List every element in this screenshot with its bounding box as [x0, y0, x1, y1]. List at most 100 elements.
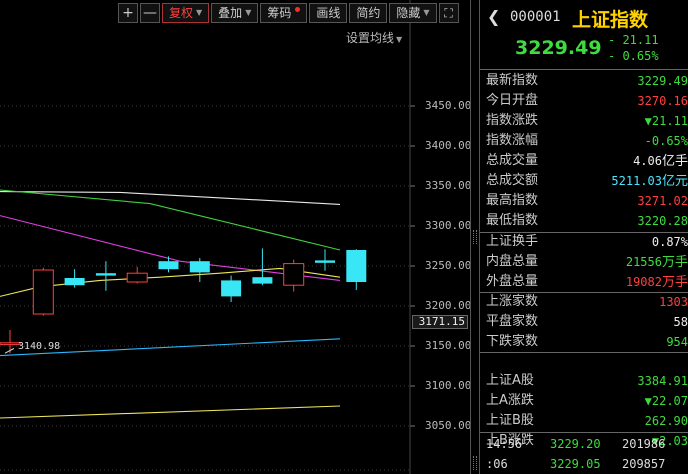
stat-unit: 亿手 [661, 154, 688, 169]
stat-value: 19082万手 [625, 275, 688, 290]
zoom-in-label: + [122, 5, 134, 21]
change-percent: - 0.65% [608, 49, 659, 63]
stat-value: 1303 [659, 295, 688, 309]
draw-line-button[interactable]: 画线 [309, 3, 348, 23]
stats-group-price: 最新指数 3229.49 今日开盘 3270.16 指数涨跌 ▼21.11 指数涨幅 -0.6… [480, 71, 688, 231]
tick-volume: 201986 [622, 437, 666, 451]
ma-settings-label: 设置均线 [346, 31, 395, 45]
tick-row: 14:56 3229.20 201986 [480, 434, 688, 454]
y-tick-label: 3450.00 [425, 99, 472, 112]
stock-name: 上证指数 [572, 9, 649, 31]
candle-body-down [315, 260, 335, 263]
stat-label: 上涨家数 [486, 294, 539, 309]
stock-code: 000001 [510, 9, 561, 25]
draw-line-label: 画线 [316, 6, 341, 20]
stat-label: 最低指数 [486, 213, 539, 228]
tick-time: :06 [486, 457, 508, 471]
stat-label: 外盘总量 [486, 274, 539, 289]
stat-label: 下跌家数 [486, 334, 539, 349]
fuquan-button[interactable]: 复权 ▼ [162, 3, 210, 23]
stat-value: 262.90 [644, 414, 688, 428]
stat-value: 58 [673, 315, 688, 329]
stat-label: 总成交额 [486, 173, 539, 188]
hide-label: 隐藏 [396, 6, 421, 20]
stat-row: 上证A股 3384.91 [480, 371, 688, 391]
stat-row: 外盘总量 19082万手 [480, 272, 688, 292]
stat-label: 今日开盘 [486, 93, 539, 108]
stat-row: 上A涨跌 ▼22.07 [480, 391, 688, 411]
chip-distribution-button[interactable]: 筹码 [260, 3, 308, 23]
simple-mode-label: 简约 [356, 6, 381, 20]
candle-body-up [0, 342, 21, 345]
notification-dot-icon [295, 6, 301, 12]
stat-row: 下跌家数 954 [480, 332, 688, 352]
candle-body-down [221, 280, 242, 297]
stat-value: 21556万手 [625, 255, 688, 270]
stock-app: + — 复权 ▼ 叠加 ▼ 筹码 画线 简约 隐藏 ▼ ⛶ 设置均线 ▼ 3450.00… [0, 0, 688, 474]
stat-label: 上A涨跌 [486, 393, 534, 408]
tick-row: :06 3229.05 209857 [480, 454, 688, 474]
zoom-in-button[interactable]: + [118, 3, 138, 23]
panel-splitter[interactable] [470, 0, 480, 474]
stat-row: 上证B股 262.90 [480, 411, 688, 431]
tick-time: 14:56 [486, 437, 523, 451]
stat-label: 上证换手 [486, 234, 539, 249]
stat-row: 总成交额 5211.03亿元 [480, 171, 688, 191]
stat-value: ▼22.07 [644, 394, 688, 408]
stat-row: 今日开盘 3270.16 [480, 91, 688, 111]
stat-value: ▼21.11 [644, 114, 688, 128]
stat-label: 上证B股 [486, 413, 534, 428]
stats-group-volume: 上证换手 0.87% 内盘总量 21556万手外盘总量 19082万手 [480, 232, 688, 292]
stat-label: 平盘家数 [486, 314, 539, 329]
caret-down-icon: ▼ [423, 8, 430, 17]
y-tick-label: 3050.00 [425, 419, 472, 432]
stat-row: 指数涨幅 -0.65% [480, 131, 688, 151]
stat-row: 上涨家数 1303 [480, 292, 688, 312]
stat-value: 3229.49 [637, 74, 688, 88]
divider [480, 352, 688, 353]
stat-row: 上证换手 0.87% [480, 232, 688, 252]
stat-value: -0.65% [644, 134, 688, 148]
moving-average-line [0, 405, 341, 419]
back-icon[interactable]: ❮ [487, 7, 500, 26]
y-tick-label: 3150.00 [425, 339, 472, 352]
chart-toolbar: + — 复权 ▼ 叠加 ▼ 筹码 画线 简约 隐藏 ▼ ⛶ [118, 3, 459, 23]
y-tick-label: 3300.00 [425, 219, 472, 232]
fuquan-label: 复权 [169, 6, 194, 20]
simple-mode-button[interactable]: 简约 [349, 3, 388, 23]
stat-row: 最高指数 3271.02 [480, 191, 688, 211]
stat-value: 5211.03亿元 [611, 174, 688, 189]
change-value: - 21.11 [608, 33, 659, 47]
y-tick-label: 3350.00 [425, 179, 472, 192]
stat-row: 最新指数 3229.49 [480, 71, 688, 91]
stat-value: 3270.16 [637, 94, 688, 108]
chip-label: 筹码 [267, 6, 292, 20]
candle-body-up [32, 269, 54, 315]
kline-chart[interactable] [0, 0, 470, 474]
stat-row: 指数涨跌 ▼21.11 [480, 111, 688, 131]
hide-button[interactable]: 隐藏 ▼ [389, 3, 437, 23]
candle-body-up [283, 263, 305, 286]
zoom-out-button[interactable]: — [140, 3, 160, 23]
fullscreen-icon: ⛶ [444, 6, 453, 20]
caret-down-icon: ▼ [245, 8, 252, 17]
fullscreen-button[interactable]: ⛶ [438, 3, 459, 23]
kline-chart-area[interactable]: + — 复权 ▼ 叠加 ▼ 筹码 画线 简约 隐藏 ▼ ⛶ 设置均线 ▼ 3450.00… [0, 0, 472, 474]
stat-row: 内盘总量 21556万手 [480, 252, 688, 272]
stat-value: 3384.91 [637, 374, 688, 388]
stat-value: 954 [666, 335, 688, 349]
overlay-button[interactable]: 叠加 ▼ [211, 3, 259, 23]
stat-unit: 万手 [661, 255, 688, 270]
zoom-out-label: — [143, 5, 157, 21]
stat-label: 指数涨幅 [486, 133, 539, 148]
stat-unit: 亿元 [661, 174, 688, 189]
y-tick-label: 3200.00 [425, 299, 472, 312]
y-tick-label: 3100.00 [425, 379, 472, 392]
tick-price: 3229.20 [550, 437, 601, 451]
stat-label: 最高指数 [486, 193, 539, 208]
candle-body-down [95, 273, 116, 276]
stat-unit: 万手 [661, 275, 688, 290]
quote-panel: ❮ 000001 上证指数 3229.49 - 21.11 - 0.65% 最新… [480, 0, 688, 474]
stat-row: 平盘家数 58 [480, 312, 688, 332]
ma-settings-button[interactable]: 设置均线 ▼ [346, 29, 402, 46]
